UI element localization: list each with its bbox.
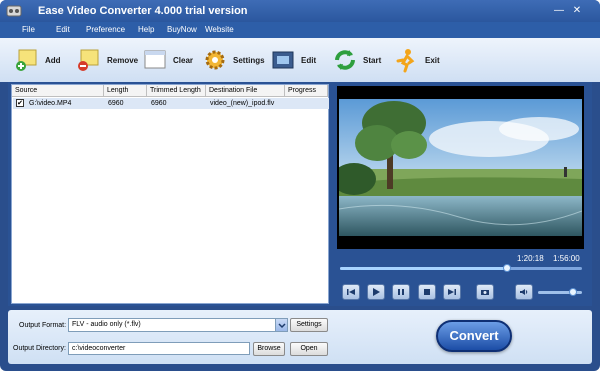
play-icon — [373, 288, 380, 296]
total-time: 1:56:00 — [553, 254, 580, 263]
menu-website[interactable]: Website — [205, 25, 234, 34]
table-row[interactable]: ✔ G:\video.MP4 6960 6960 video_(new)_ipo… — [13, 98, 329, 109]
clear-label: Clear — [173, 55, 194, 65]
row-checkbox[interactable]: ✔ — [16, 99, 24, 107]
row-destination: video_(new)_ipod.flv — [210, 100, 275, 107]
gear-icon — [205, 50, 225, 70]
running-man-icon — [396, 49, 415, 73]
remove-file-icon — [78, 49, 99, 71]
speaker-icon — [520, 289, 528, 295]
column-trimmed-length[interactable]: Trimmed Length — [147, 85, 206, 97]
refresh-arrows-icon — [335, 50, 355, 70]
column-length[interactable]: Length — [104, 85, 147, 97]
menu-help[interactable]: Help — [138, 25, 154, 34]
previous-button[interactable] — [342, 284, 360, 300]
menu-buynow[interactable]: BuyNow — [167, 25, 197, 34]
skip-back-icon — [347, 289, 355, 295]
window-title: Ease Video Converter 4.000 trial version — [38, 5, 248, 17]
file-list[interactable]: Source Length Trimmed Length Destination… — [11, 84, 329, 304]
menu-edit[interactable]: Edit — [56, 25, 70, 34]
exit-button[interactable]: Exit — [394, 46, 440, 74]
settings-button[interactable]: Settings — [202, 46, 265, 74]
film-edit-icon — [272, 51, 294, 69]
output-directory-label: Output Directory: — [13, 345, 66, 352]
seek-progress — [340, 267, 507, 270]
row-source: G:\video.MP4 — [29, 100, 72, 107]
camera-icon — [481, 290, 489, 295]
remove-button[interactable]: Remove — [76, 46, 138, 74]
start-label: Start — [363, 55, 382, 65]
add-button[interactable]: Add — [14, 46, 61, 74]
output-format-select[interactable]: FLV - audio only (*.flv) — [68, 318, 288, 332]
toolbar: Add Remove Clear Settings Edit Start Exi… — [0, 38, 600, 82]
output-directory-field[interactable]: c:\videoconverter — [68, 342, 250, 355]
row-length: 6960 — [108, 100, 124, 107]
output-format-value: FLV - audio only (*.flv) — [72, 321, 141, 328]
landscape-image — [339, 99, 582, 236]
app-window: Ease Video Converter 4.000 trial version… — [0, 0, 600, 371]
skip-forward-icon — [448, 289, 456, 295]
chevron-down-icon[interactable] — [275, 319, 287, 331]
stop-icon — [424, 289, 430, 295]
remove-label: Remove — [107, 55, 139, 65]
seek-slider[interactable] — [340, 264, 582, 272]
exit-label: Exit — [425, 55, 440, 65]
film-reel-icon — [6, 5, 22, 17]
pause-button[interactable] — [392, 284, 410, 300]
output-format-label: Output Format: — [19, 322, 67, 329]
mute-button[interactable] — [515, 284, 533, 300]
close-button[interactable]: ✕ — [570, 4, 584, 18]
add-file-icon — [16, 49, 37, 71]
minimize-button[interactable]: — — [552, 4, 566, 18]
edit-button[interactable]: Edit — [270, 46, 316, 74]
column-source[interactable]: Source — [12, 85, 104, 97]
column-progress[interactable]: Progress — [285, 85, 328, 97]
pause-icon — [398, 289, 404, 295]
menu-preference[interactable]: Preference — [86, 25, 125, 34]
clear-icon — [144, 50, 166, 69]
settings-label: Settings — [233, 55, 265, 65]
next-button[interactable] — [443, 284, 461, 300]
snapshot-button[interactable] — [476, 284, 494, 300]
row-trimmed-length: 6960 — [151, 100, 167, 107]
stop-button[interactable] — [418, 284, 436, 300]
menu-file[interactable]: File — [22, 25, 35, 34]
open-button[interactable]: Open — [290, 342, 328, 356]
start-button[interactable]: Start — [332, 46, 381, 74]
format-settings-button[interactable]: Settings — [290, 318, 328, 332]
browse-button[interactable]: Browse — [253, 342, 285, 356]
clear-button[interactable]: Clear — [142, 46, 193, 74]
video-frame — [339, 99, 582, 236]
play-button[interactable] — [367, 284, 385, 300]
volume-slider[interactable] — [538, 288, 582, 296]
seek-handle[interactable] — [502, 264, 511, 272]
edit-label: Edit — [301, 55, 317, 65]
title-bar: Ease Video Converter 4.000 trial version… — [0, 0, 600, 22]
column-destination[interactable]: Destination File — [206, 85, 285, 97]
convert-button[interactable]: Convert — [436, 320, 512, 352]
current-time: 1:20:18 — [517, 254, 544, 263]
add-label: Add — [45, 55, 61, 65]
menu-bar: File Edit Preference Help BuyNow Website — [0, 22, 600, 38]
